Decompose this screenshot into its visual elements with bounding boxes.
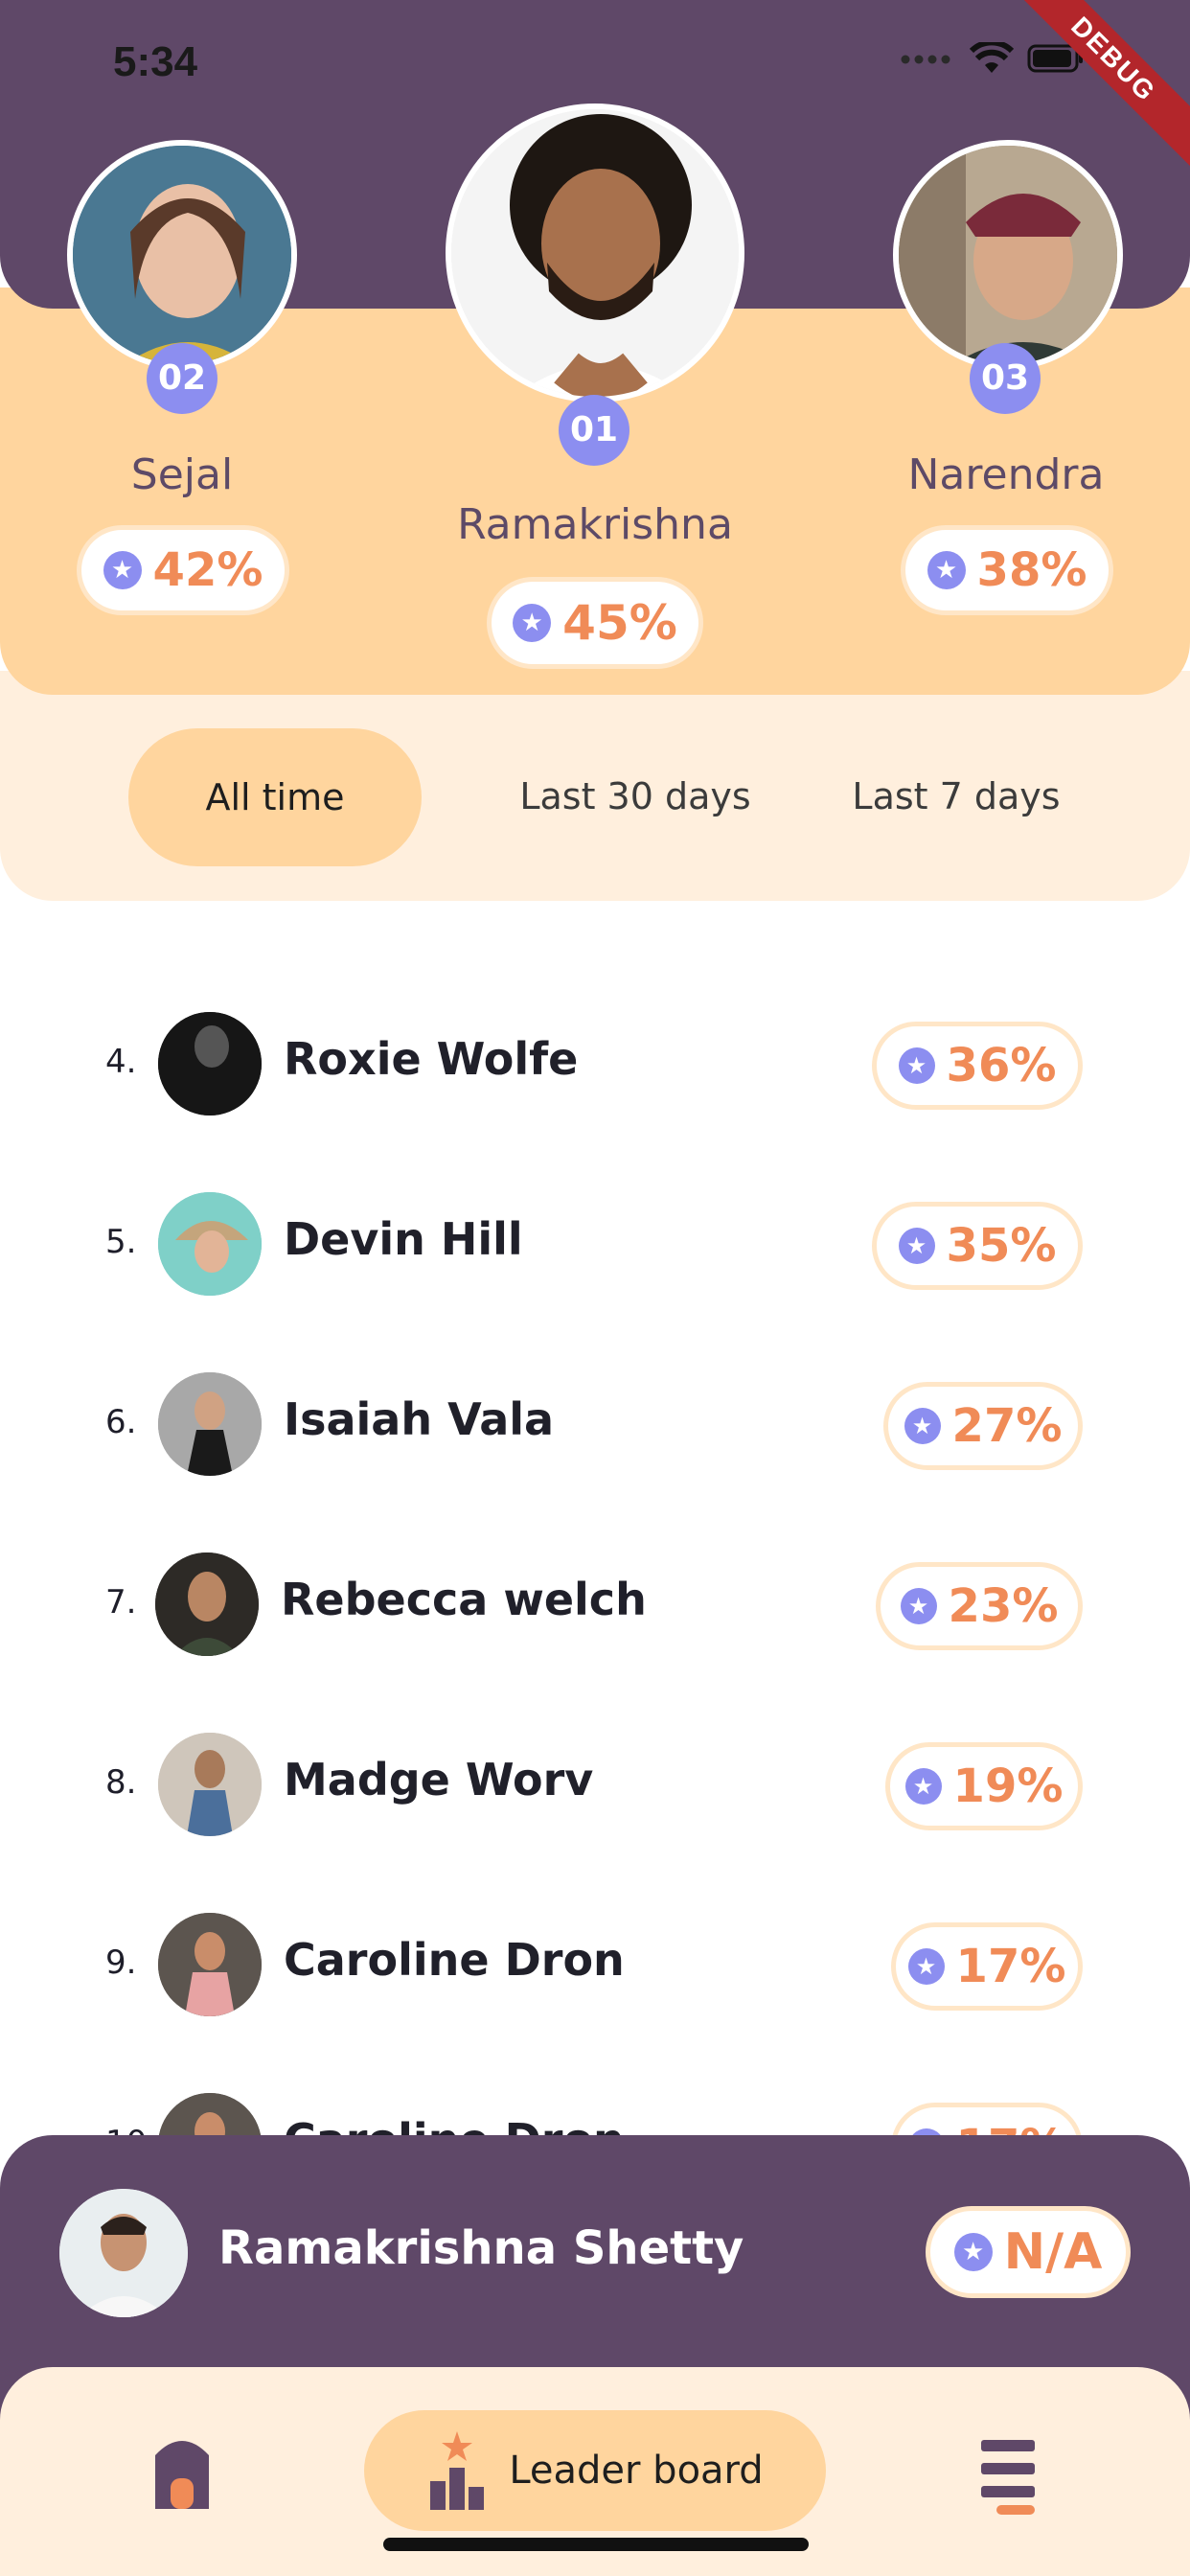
star-icon: ★ xyxy=(953,2233,993,2271)
podium-rank-badge-3: 03 xyxy=(970,343,1041,414)
row-rank: 5. xyxy=(105,1223,137,1261)
row-rank: 6. xyxy=(105,1403,137,1441)
list-item[interactable]: 8. Madge Worv ★ 19% xyxy=(0,1694,1190,1874)
tab-last-30-days[interactable]: Last 30 days xyxy=(498,763,772,830)
row-name: Isaiah Vala xyxy=(284,1393,555,1445)
row-rank: 10. xyxy=(105,2124,157,2135)
row-name: Roxie Wolfe xyxy=(284,1033,579,1085)
status-icons xyxy=(901,39,1085,79)
nav-home-button[interactable] xyxy=(144,2425,220,2520)
avatar xyxy=(158,2093,262,2135)
star-icon: ★ xyxy=(900,1588,937,1624)
row-rank: 7. xyxy=(105,1583,137,1622)
row-name: Caroline Dron xyxy=(284,1934,625,1986)
podium-avatar-2[interactable] xyxy=(67,140,297,370)
home-icon xyxy=(144,2441,220,2524)
list-item[interactable]: 5. Devin Hill ★ 35% xyxy=(0,1154,1190,1334)
star-icon: ★ xyxy=(904,1408,941,1444)
list-item[interactable]: 10. Caroline Dron ★ 17% xyxy=(0,2055,1190,2135)
star-icon: ★ xyxy=(898,1228,935,1264)
avatar xyxy=(158,1372,262,1476)
score-pill: ★ 35% xyxy=(872,1202,1083,1290)
star-icon: ★ xyxy=(513,604,552,642)
podium-rank-badge-2: 02 xyxy=(147,343,217,414)
podium-avatar-1[interactable] xyxy=(446,104,744,402)
list-item[interactable]: 4. Roxie Wolfe ★ 36% xyxy=(0,974,1190,1154)
score-pill: ★ 23% xyxy=(876,1562,1083,1650)
row-name: Madge Worv xyxy=(284,1754,594,1806)
list-item[interactable]: 9. Caroline Dron ★ 17% xyxy=(0,1874,1190,2055)
star-icon: ★ xyxy=(103,551,142,589)
leaderboard-list[interactable]: 4. Roxie Wolfe ★ 36% 5. Devin Hill ★ 35%… xyxy=(0,974,1190,2135)
avatar xyxy=(158,1913,262,2016)
star-icon: ★ xyxy=(898,1047,935,1084)
home-indicator xyxy=(383,2538,809,2551)
podium-score-2: 42% xyxy=(152,543,263,597)
star-icon: ★ xyxy=(907,2128,945,2135)
podium-score-pill-2: ★ 42% xyxy=(77,525,289,615)
nav-menu-button[interactable] xyxy=(977,2434,1046,2520)
row-rank: 4. xyxy=(105,1043,137,1081)
current-user-name: Ramakrishna Shetty xyxy=(218,2221,744,2275)
list-item[interactable]: 6. Isaiah Vala ★ 27% xyxy=(0,1334,1190,1514)
avatar xyxy=(158,1192,262,1296)
row-name: Devin Hill xyxy=(284,1213,523,1265)
podium-rank-badge-1: 01 xyxy=(559,395,629,466)
menu-icon xyxy=(977,2440,1046,2524)
podium-name-3: Narendra xyxy=(907,450,1105,499)
row-name: Rebecca welch xyxy=(281,1574,647,1625)
star-icon: ★ xyxy=(904,1768,942,1805)
signal-icon xyxy=(901,52,956,70)
avatar xyxy=(155,1552,259,1656)
avatar xyxy=(158,1012,262,1116)
tab-last-7-days[interactable]: Last 7 days xyxy=(834,763,1079,830)
podium-name-2: Sejal xyxy=(130,450,234,499)
nav-leaderboard-button[interactable]: Leader board xyxy=(364,2410,826,2531)
score-pill: ★ 27% xyxy=(883,1382,1083,1470)
status-time: 5:34 xyxy=(113,38,198,85)
podium-score-pill-1: ★ 45% xyxy=(487,577,703,669)
score-pill: ★ 17% xyxy=(891,1922,1083,2011)
star-icon: ★ xyxy=(927,551,966,589)
nav-leaderboard-label: Leader board xyxy=(509,2449,764,2493)
podium-score-3: 38% xyxy=(976,543,1087,597)
score-pill: ★ 19% xyxy=(885,1742,1083,1830)
podium-name-1: Ramakrishna xyxy=(457,500,733,549)
star-icon: ★ xyxy=(907,1948,945,1985)
leaderboard-icon xyxy=(426,2426,488,2516)
tab-all-time[interactable]: All time xyxy=(128,728,422,866)
list-item[interactable]: 7. Rebecca welch ★ 23% xyxy=(0,1514,1190,1694)
score-pill: ★ 36% xyxy=(872,1022,1083,1110)
current-user-score: N/A xyxy=(1003,2223,1103,2281)
current-user-score-pill: ★ N/A xyxy=(926,2206,1131,2298)
podium-score-1: 45% xyxy=(562,595,677,651)
wifi-icon xyxy=(969,39,1015,79)
current-user-avatar[interactable] xyxy=(59,2189,188,2317)
row-name: Caroline Dron xyxy=(284,2114,625,2135)
score-pill: ★ 17% xyxy=(891,2103,1083,2135)
avatar xyxy=(158,1733,262,1836)
row-rank: 9. xyxy=(105,1944,137,1982)
podium-avatar-3[interactable] xyxy=(893,140,1123,370)
podium-score-pill-3: ★ 38% xyxy=(901,525,1113,615)
row-rank: 8. xyxy=(105,1763,137,1802)
